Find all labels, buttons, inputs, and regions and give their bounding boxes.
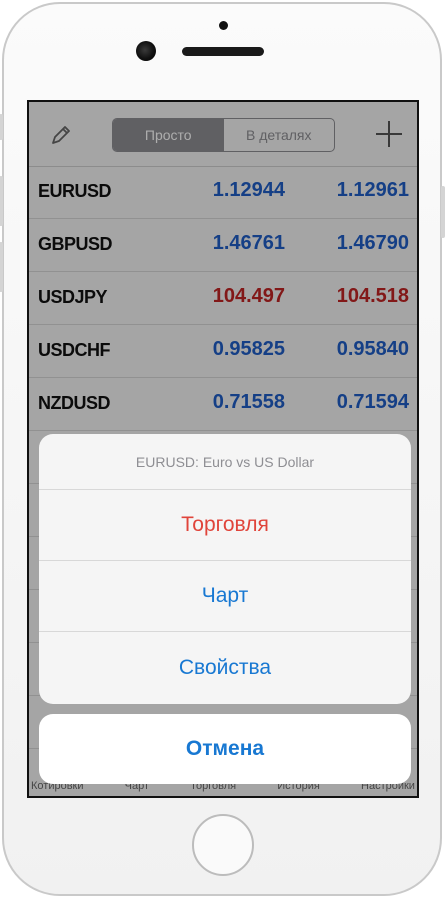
action-sheet: EURUSD: Euro vs US Dollar Торговля Чарт … bbox=[39, 434, 411, 704]
app-screen: Просто В деталях EURUSD 1.12944 1.12961 … bbox=[27, 100, 419, 798]
volume-up-button bbox=[0, 176, 3, 226]
volume-down-button bbox=[0, 242, 3, 292]
front-camera bbox=[136, 41, 156, 61]
chart-action-button[interactable]: Чарт bbox=[39, 561, 411, 632]
power-button bbox=[441, 186, 445, 238]
cancel-button[interactable]: Отмена bbox=[39, 714, 411, 784]
proximity-sensor bbox=[219, 21, 228, 30]
trade-action-button[interactable]: Торговля bbox=[39, 490, 411, 561]
earpiece-speaker bbox=[182, 47, 264, 56]
home-button[interactable] bbox=[192, 814, 254, 876]
properties-action-button[interactable]: Свойства bbox=[39, 632, 411, 703]
action-sheet-title: EURUSD: Euro vs US Dollar bbox=[39, 434, 411, 490]
mute-switch bbox=[0, 114, 3, 140]
